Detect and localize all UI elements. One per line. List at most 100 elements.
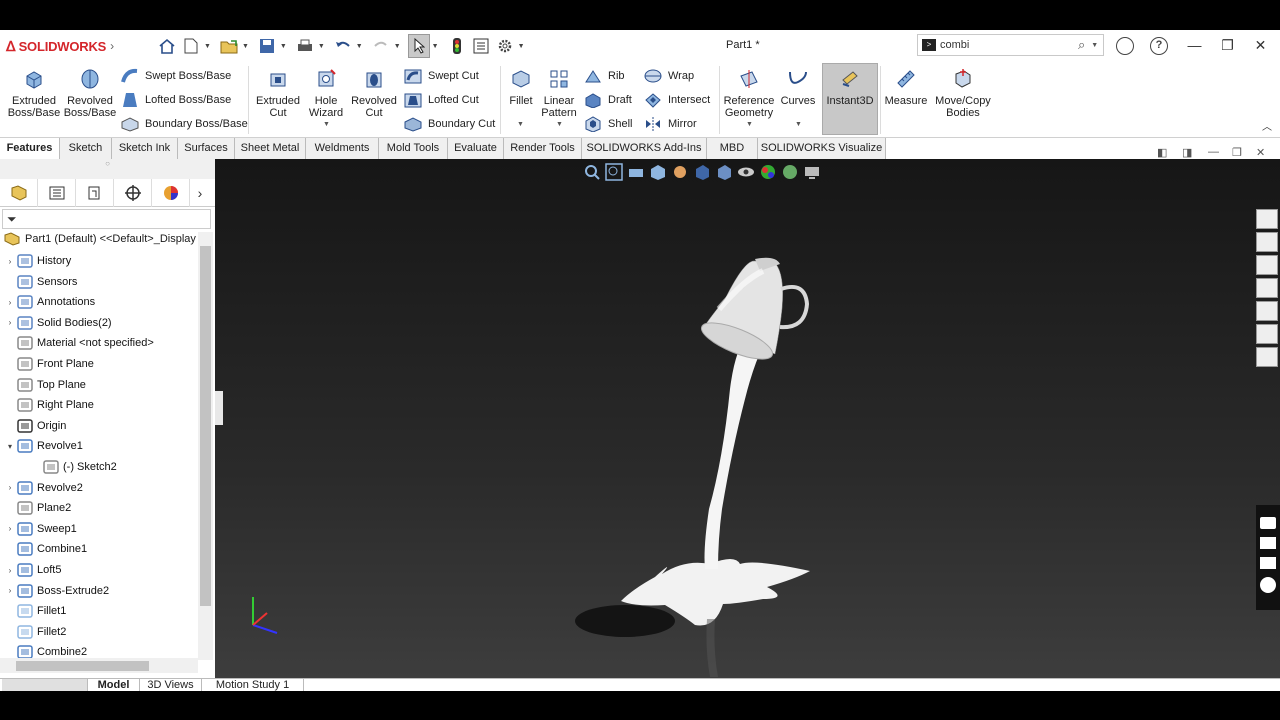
new-document-icon[interactable]: [180, 35, 202, 57]
camera-icon[interactable]: [1260, 517, 1276, 529]
options-gear-icon[interactable]: [494, 35, 516, 57]
settings-gear-icon[interactable]: [1260, 577, 1276, 593]
hide-show-items-icon[interactable]: [737, 163, 755, 181]
hole-wizard-button[interactable]: Hole Wizard: [303, 66, 349, 119]
section-view-icon[interactable]: [649, 163, 667, 181]
viewport-close-icon[interactable]: ✕: [1256, 146, 1265, 159]
revolved-cut-button[interactable]: Revolved Cut: [349, 66, 399, 119]
tree-node[interactable]: Fillet1: [4, 601, 66, 621]
select-dropdown-icon[interactable]: ▼: [432, 43, 439, 50]
lofted-cut-button[interactable]: Lofted Cut: [404, 92, 479, 108]
property-manager-tab-icon[interactable]: [38, 178, 76, 207]
solidworks-logo[interactable]: ᐃ SOLIDWORKS ›: [6, 38, 126, 55]
hole-wizard-dropdown-icon[interactable]: ▼: [323, 121, 330, 128]
curves-button[interactable]: Curves: [777, 66, 819, 107]
view-orientation-icon[interactable]: [693, 163, 711, 181]
filter-funnel-icon[interactable]: ⏷: [7, 212, 17, 227]
open-dropdown-icon[interactable]: ▼: [242, 43, 249, 50]
options-dropdown-icon[interactable]: ▼: [518, 43, 525, 50]
tree-node[interactable]: Right Plane: [4, 395, 94, 415]
edit-appearance-icon[interactable]: [759, 163, 777, 181]
close-button[interactable]: ✕: [1244, 34, 1277, 56]
minimize-button[interactable]: —: [1178, 34, 1211, 56]
draft-button[interactable]: Draft: [584, 92, 632, 108]
viewport-tile-icon[interactable]: ◧: [1157, 146, 1167, 159]
cup-model[interactable]: [697, 257, 810, 367]
tab-sketch-ink[interactable]: Sketch Ink: [112, 138, 178, 159]
expand-right-icon[interactable]: ›: [4, 483, 16, 492]
undo-dropdown-icon[interactable]: ▼: [356, 43, 363, 50]
tree-node[interactable]: › Boss-Extrude2: [4, 581, 109, 601]
intersect-button[interactable]: Intersect: [644, 92, 710, 108]
tree-node[interactable]: Plane2: [4, 498, 71, 518]
file-explorer-icon[interactable]: [1256, 278, 1278, 298]
tab-solidworks-add-ins[interactable]: SOLIDWORKS Add-Ins: [582, 138, 707, 159]
tree-node[interactable]: Origin: [4, 416, 66, 436]
model-viewport[interactable]: [215, 159, 1280, 678]
fillet-button[interactable]: Fillet: [504, 66, 538, 107]
expand-right-icon[interactable]: ›: [4, 257, 16, 266]
tab-weldments[interactable]: Weldments: [306, 138, 379, 159]
dimxpert-manager-tab-icon[interactable]: [114, 178, 152, 207]
tree-node[interactable]: (-) Sketch2: [30, 457, 117, 477]
expand-right-icon[interactable]: ›: [4, 586, 16, 595]
zoom-to-fit-icon[interactable]: [583, 163, 601, 181]
tree-node[interactable]: Material <not specified>: [4, 333, 154, 353]
design-library-icon[interactable]: [1256, 255, 1278, 275]
help-icon[interactable]: ?: [1150, 37, 1168, 55]
expand-right-icon[interactable]: ›: [4, 566, 16, 575]
viewport-minimize-icon[interactable]: —: [1208, 146, 1219, 158]
design-library-home-icon[interactable]: [1256, 232, 1278, 252]
chevron-right-icon[interactable]: ›: [110, 39, 114, 53]
instant3d-button[interactable]: Instant3D: [822, 66, 878, 107]
home-icon[interactable]: [156, 35, 178, 57]
tree-node[interactable]: Fillet2: [4, 622, 66, 642]
revolved-boss-button[interactable]: Revolved Boss/Base: [63, 66, 117, 119]
select-arrow-icon[interactable]: [407, 34, 430, 58]
viewport-restore-icon[interactable]: ❐: [1232, 146, 1242, 159]
save-dropdown-icon[interactable]: ▼: [280, 43, 287, 50]
tab-solidworks-visualize[interactable]: SOLIDWORKS Visualize: [758, 138, 886, 159]
expand-down-icon[interactable]: ▾: [4, 442, 16, 451]
tree-node[interactable]: › Sweep1: [4, 519, 77, 539]
move-copy-bodies-button[interactable]: Move/Copy Bodies: [931, 66, 995, 119]
boundary-boss-button[interactable]: Boundary Boss/Base: [121, 116, 248, 132]
tab-surfaces[interactable]: Surfaces: [178, 138, 235, 159]
search-icon[interactable]: ⌕: [1078, 37, 1085, 53]
solidworks-resources-icon[interactable]: [1256, 209, 1278, 229]
appearances-scenes-icon[interactable]: [1256, 324, 1278, 344]
display-style-icon[interactable]: [715, 163, 733, 181]
panel-handle[interactable]: ○: [0, 159, 215, 179]
reference-geometry-button[interactable]: Reference Geometry: [723, 66, 775, 119]
fillet-dropdown-icon[interactable]: ▼: [517, 121, 524, 128]
linear-pattern-dropdown-icon[interactable]: ▼: [556, 121, 563, 128]
search-input[interactable]: [940, 39, 1070, 51]
lofted-boss-button[interactable]: Lofted Boss/Base: [121, 92, 231, 108]
tree-node[interactable]: ▾ Revolve1: [4, 436, 83, 456]
graphics-area[interactable]: [215, 159, 1280, 678]
swept-cut-button[interactable]: Swept Cut: [404, 68, 479, 84]
tree-node[interactable]: Top Plane: [4, 375, 86, 395]
rib-button[interactable]: Rib: [584, 68, 625, 84]
tree-node[interactable]: › Revolve2: [4, 478, 83, 498]
chevron-right-icon[interactable]: ›: [190, 185, 210, 201]
file-properties-icon[interactable]: [470, 35, 492, 57]
tab-mold-tools[interactable]: Mold Tools: [379, 138, 448, 159]
command-search-box[interactable]: > ⌕ ▼: [917, 34, 1104, 56]
tab-mbd[interactable]: MBD: [707, 138, 758, 159]
print-dropdown-icon[interactable]: ▼: [318, 43, 325, 50]
redo-dropdown-icon[interactable]: ▼: [394, 43, 401, 50]
tree-node[interactable]: Sensors: [4, 272, 77, 292]
scroll-thumb[interactable]: [200, 246, 211, 606]
rebuild-traffic-light-icon[interactable]: [446, 35, 468, 57]
expand-right-icon[interactable]: ›: [4, 524, 16, 533]
view-settings-icon[interactable]: [803, 163, 821, 181]
shell-button[interactable]: Shell: [584, 116, 632, 132]
previous-view-icon[interactable]: [627, 163, 645, 181]
reference-geometry-dropdown-icon[interactable]: ▼: [746, 121, 753, 128]
redo-icon[interactable]: [370, 35, 392, 57]
collapse-ribbon-chevron-icon[interactable]: ︿: [1262, 118, 1272, 133]
apply-scene-icon[interactable]: [781, 163, 799, 181]
print-icon[interactable]: [294, 35, 316, 57]
tab-render-tools[interactable]: Render Tools: [504, 138, 582, 159]
